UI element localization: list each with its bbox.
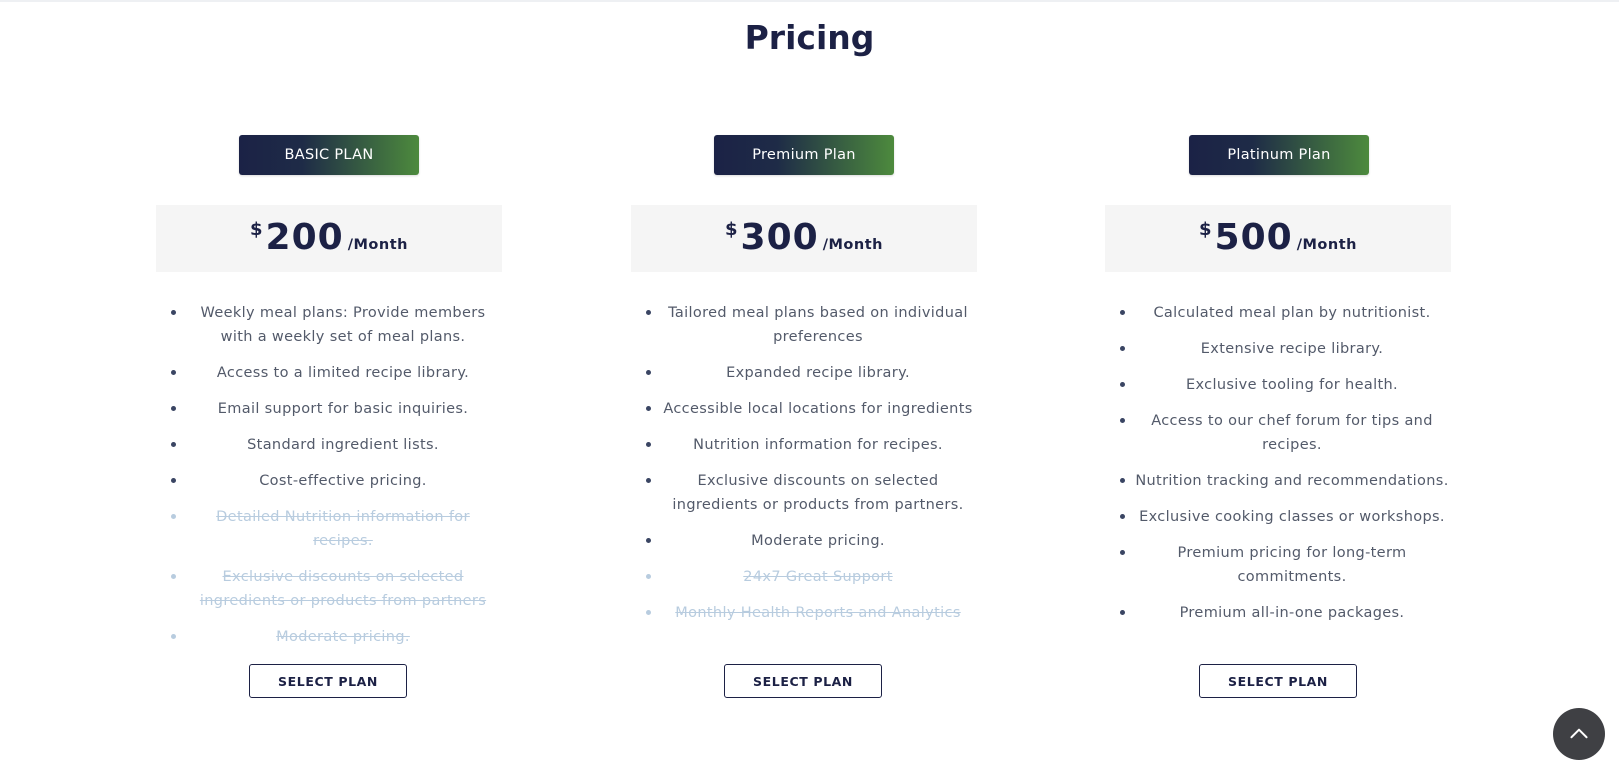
- feature-text: Expanded recipe library.: [726, 365, 910, 381]
- feature-item: Exclusive tooling for health.: [1105, 373, 1451, 397]
- feature-item: Access to our chef forum for tips and re…: [1105, 409, 1451, 457]
- price-period: /Month: [347, 237, 408, 253]
- feature-text: Premium all-in-one packages.: [1179, 605, 1405, 621]
- feature-text: Detailed Nutrition information for recip…: [216, 509, 470, 549]
- feature-text: Access to our chef forum for tips and re…: [1151, 413, 1433, 453]
- feature-text: Extensive recipe library.: [1200, 341, 1384, 357]
- feature-list: Weekly meal plans: Provide members with …: [156, 301, 502, 661]
- feature-item: Standard ingredient lists.: [156, 433, 502, 457]
- select-plan-button[interactable]: SELECT PLAN: [1199, 664, 1357, 698]
- price-box: $300/Month: [631, 205, 977, 272]
- feature-text: Tailored meal plans based on individual …: [668, 305, 968, 345]
- plan-badge: Platinum Plan: [1189, 135, 1369, 175]
- price-period: /Month: [1296, 237, 1357, 253]
- feature-text: Access to a limited recipe library.: [216, 365, 470, 381]
- feature-item: Cost-effective pricing.: [156, 469, 502, 493]
- feature-text: 24x7 Great Support: [743, 569, 893, 585]
- feature-item: Email support for basic inquiries.: [156, 397, 502, 421]
- plan-badge: Premium Plan: [714, 135, 894, 175]
- feature-text: Calculated meal plan by nutritionist.: [1153, 305, 1431, 321]
- feature-item: Premium all-in-one packages.: [1105, 601, 1451, 625]
- feature-text: Cost-effective pricing.: [259, 473, 427, 489]
- price-amount: 200: [265, 217, 344, 258]
- feature-text: Exclusive cooking classes or workshops.: [1139, 509, 1445, 525]
- feature-item: Expanded recipe library.: [631, 361, 977, 385]
- feature-text: Moderate pricing.: [276, 629, 410, 645]
- feature-text: Weekly meal plans: Provide members with …: [200, 305, 486, 345]
- feature-item: Premium pricing for long-term commitment…: [1105, 541, 1451, 589]
- price-box: $200/Month: [156, 205, 502, 272]
- top-divider: [0, 0, 1619, 2]
- price-currency: $: [725, 219, 738, 240]
- price-currency: $: [250, 219, 263, 240]
- feature-item: Tailored meal plans based on individual …: [631, 301, 977, 349]
- feature-text: Moderate pricing.: [751, 533, 885, 549]
- feature-item: Exclusive cooking classes or workshops.: [1105, 505, 1451, 529]
- price-period: /Month: [822, 237, 883, 253]
- feature-item-excluded: Exclusive discounts on selected ingredie…: [156, 565, 502, 613]
- feature-item: Calculated meal plan by nutritionist.: [1105, 301, 1451, 325]
- feature-item: Exclusive discounts on selected ingredie…: [631, 469, 977, 517]
- feature-item: Moderate pricing.: [631, 529, 977, 553]
- feature-text: Nutrition information for recipes.: [693, 437, 943, 453]
- feature-item: Nutrition information for recipes.: [631, 433, 977, 457]
- feature-list: Calculated meal plan by nutritionist. Ex…: [1105, 301, 1451, 637]
- feature-text: Nutrition tracking and recommendations.: [1135, 473, 1449, 489]
- feature-text: Exclusive tooling for health.: [1185, 377, 1399, 393]
- price-amount: 300: [740, 217, 819, 258]
- plan-badge: BASIC PLAN: [239, 135, 419, 175]
- page-title: Pricing: [744, 18, 875, 57]
- feature-item-excluded: Detailed Nutrition information for recip…: [156, 505, 502, 553]
- feature-text: Monthly Health Reports and Analytics: [675, 605, 961, 621]
- price-box: $500/Month: [1105, 205, 1451, 272]
- select-plan-button[interactable]: SELECT PLAN: [249, 664, 407, 698]
- price-currency: $: [1199, 219, 1212, 240]
- feature-text: Premium pricing for long-term commitment…: [1177, 545, 1407, 585]
- feature-item: Weekly meal plans: Provide members with …: [156, 301, 502, 349]
- feature-item: Extensive recipe library.: [1105, 337, 1451, 361]
- feature-item: Nutrition tracking and recommendations.: [1105, 469, 1451, 493]
- select-plan-button[interactable]: SELECT PLAN: [724, 664, 882, 698]
- feature-text: Accessible local locations for ingredien…: [663, 401, 973, 417]
- feature-item-excluded: 24x7 Great Support: [631, 565, 977, 589]
- feature-item-excluded: Moderate pricing.: [156, 625, 502, 649]
- chevron-up-icon: [1570, 728, 1588, 739]
- feature-item: Accessible local locations for ingredien…: [631, 397, 977, 421]
- feature-text: Standard ingredient lists.: [247, 437, 439, 453]
- scroll-to-top-button[interactable]: [1553, 708, 1605, 760]
- feature-text: Exclusive discounts on selected ingredie…: [199, 569, 487, 609]
- feature-item-excluded: Monthly Health Reports and Analytics: [631, 601, 977, 625]
- price-amount: 500: [1214, 217, 1293, 258]
- feature-item: Access to a limited recipe library.: [156, 361, 502, 385]
- feature-text: Exclusive discounts on selected ingredie…: [672, 473, 964, 513]
- feature-list: Tailored meal plans based on individual …: [631, 301, 977, 637]
- feature-text: Email support for basic inquiries.: [217, 401, 469, 417]
